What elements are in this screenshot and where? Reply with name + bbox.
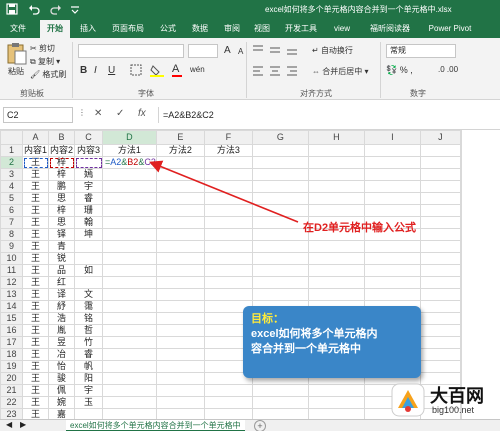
goal-title: 目标： <box>251 313 284 325</box>
watermark: 大百网 big100.net <box>390 380 498 420</box>
sheet-tab-active[interactable]: excel如何将多个单元格内容合并到一个单元格中 <box>66 420 245 431</box>
sheet-prev-icon[interactable]: ◀ <box>6 420 12 429</box>
add-sheet-button[interactable]: + <box>254 420 266 431</box>
sheet-tab-bar: ◀ ▶ excel如何将多个单元格内容合并到一个单元格中 + <box>0 419 500 431</box>
watermark-logo-icon <box>391 383 425 417</box>
goal-line-2: 容合并到一个单元格中 <box>251 343 361 355</box>
sheet-next-icon[interactable]: ▶ <box>20 420 26 429</box>
goal-line-1: excel如何将多个单元格内 <box>251 328 378 340</box>
goal-callout: 目标： excel如何将多个单元格内 容合并到一个单元格中 <box>243 306 421 378</box>
watermark-url: big100.net <box>432 405 475 415</box>
annotation-text: 在D2单元格中输入公式 <box>303 222 417 234</box>
